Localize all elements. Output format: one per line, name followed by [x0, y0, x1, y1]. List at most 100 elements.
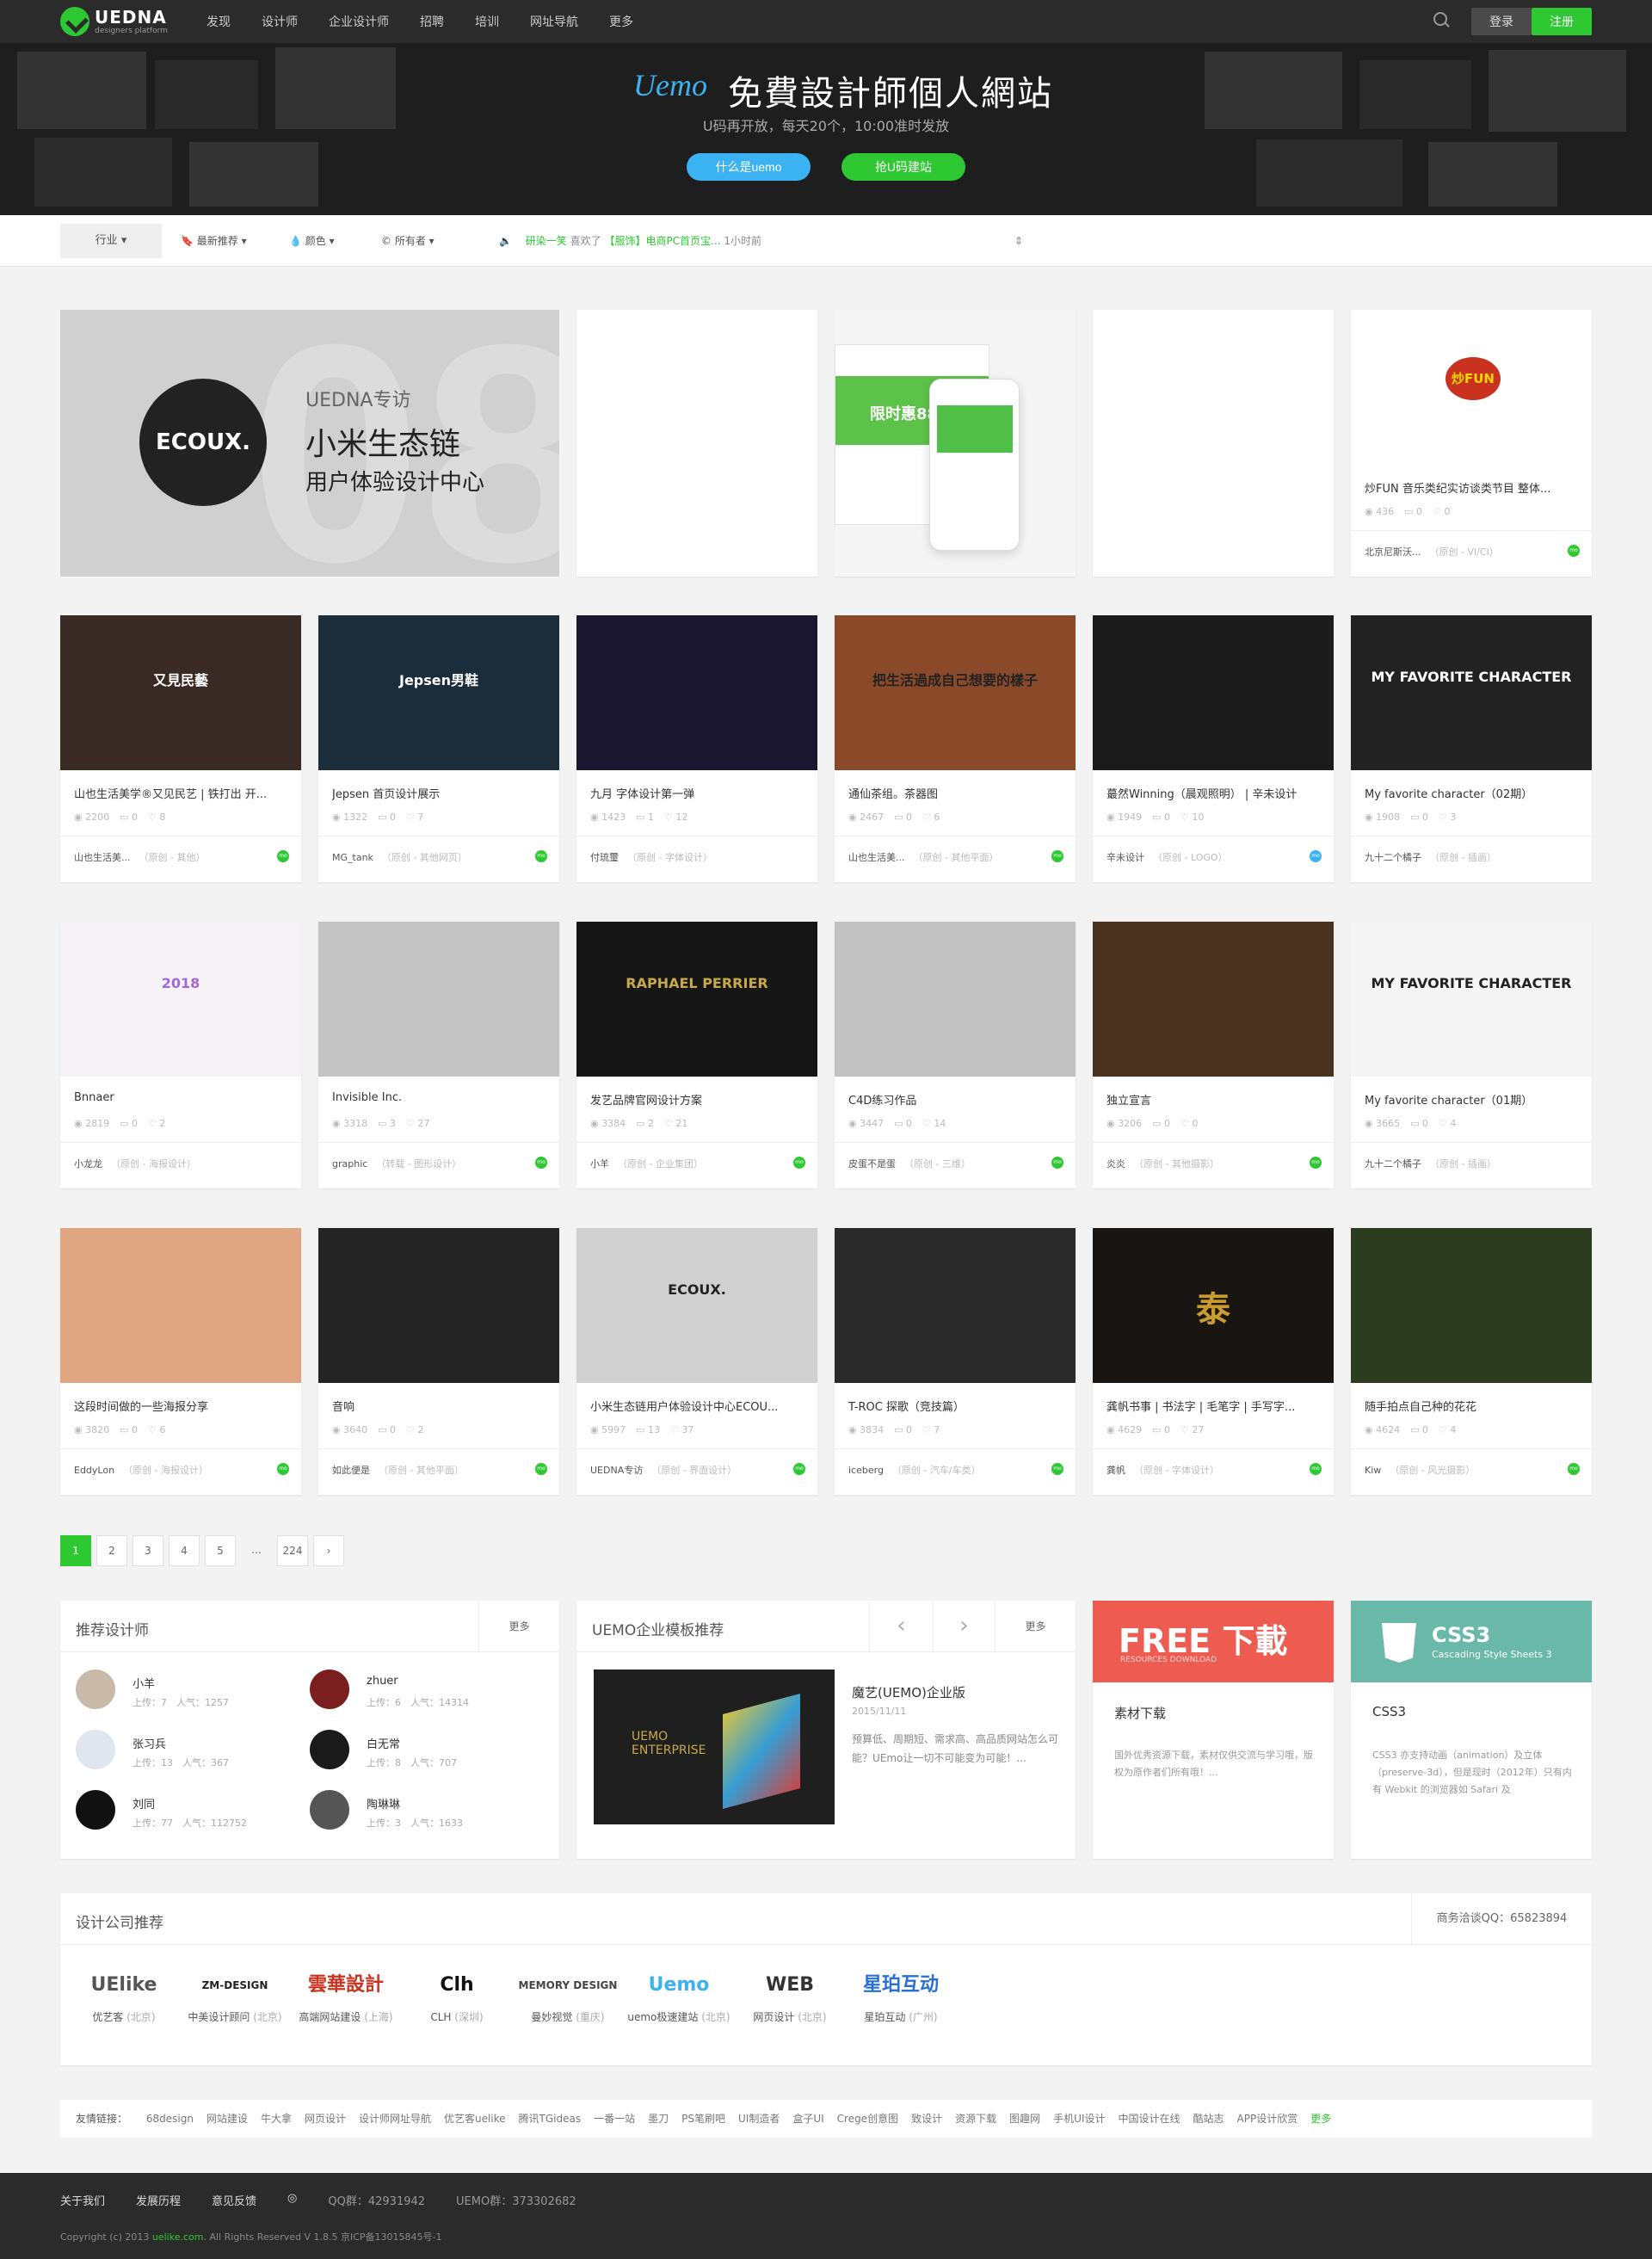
work-card[interactable]: RAPHAEL PERRIER 发艺品牌官网设计方案 ◉ 3384 ▭ 2 ♡ … [576, 922, 817, 1188]
company-item[interactable]: 星珀互动 星珀互动 (广州) [846, 1966, 956, 2024]
friend-links-more[interactable]: 更多 [1310, 2113, 1331, 2125]
designer-item[interactable]: 小羊 上传：7 人气：1257 [76, 1670, 299, 1721]
work-card[interactable]: 音响 ◉ 3640 ▭ 0 ♡ 2 如此便是 （原创 - 其他平面） mo [318, 1228, 559, 1495]
activity-ticker[interactable]: 🔈 研染一笑 喜欢了 【服饰】电商PC首页宝... 1小时前 ⇕ [499, 215, 1023, 267]
work-card[interactable]: C4D练习作品 ◉ 3447 ▭ 0 ♡ 14 皮蛋不是蛋 （原创 - 三维） m… [835, 922, 1076, 1188]
css3-promo[interactable]: CSS3 Cascading Style Sheets 3 CSS3 CSS3 … [1351, 1601, 1592, 1859]
what-is-uemo-button[interactable]: 什么是uemo [687, 153, 811, 181]
work-card[interactable] [1093, 310, 1334, 577]
friend-link[interactable]: 图趣网 [1009, 2113, 1040, 2125]
friend-link[interactable]: 68design [146, 2113, 194, 2125]
page-4[interactable]: 4 [169, 1535, 200, 1566]
footer-feedback[interactable]: 意见反馈 [212, 2192, 256, 2208]
nav-designers[interactable]: 设计师 [262, 13, 298, 30]
friend-link[interactable]: 墨刀 [648, 2113, 669, 2125]
nav-discover[interactable]: 发现 [206, 13, 231, 30]
work-card[interactable]: 随手拍点自己种的花花 ◉ 4624 ▭ 0 ♡ 4 Kiw （原创 - 风光摄影）… [1351, 1228, 1592, 1495]
card-author[interactable]: 九十二个橘子 （原创 - 插画） [1365, 850, 1496, 864]
nav-directory[interactable]: 网址导航 [530, 13, 578, 30]
next-page-chevron-icon[interactable]: › [313, 1535, 344, 1566]
work-card[interactable]: 蕞然Winning（晨观照明） | 辛未设计 ◉ 1949 ▭ 0 ♡ 10 辛… [1093, 615, 1334, 882]
company-item[interactable]: WEB 网页设计 (北京) [735, 1966, 845, 2024]
designer-item[interactable]: 张习兵 上传：13 人气：367 [76, 1730, 299, 1781]
friend-link[interactable]: 腾讯TGideas [519, 2113, 582, 2125]
work-card[interactable]: 2018 Bnnaer ◉ 2819 ▭ 0 ♡ 2 小龙龙 （原创 - 海报设计… [60, 922, 301, 1188]
friend-link[interactable]: 致设计 [911, 2113, 942, 2125]
card-author[interactable]: 小龙龙 （原创 - 海报设计） [74, 1157, 196, 1170]
page-5[interactable]: 5 [205, 1535, 236, 1566]
industry-filter[interactable]: 行业 ▾ [60, 224, 162, 258]
work-card[interactable]: ECOUX. 小米生态链用户体验设计中心ECOU... ◉ 5997 ▭ 13 … [576, 1228, 817, 1495]
card-author[interactable]: 如此便是 （原创 - 其他平面） [332, 1463, 464, 1477]
company-item[interactable]: MEMORY DESIGN 曼妙视觉 (重庆) [513, 1966, 623, 2024]
sort-filter[interactable]: 🔖 最新推荐 ▾ [181, 215, 247, 267]
work-card[interactable]: 九月 字体设计第一弹 ◉ 1423 ▭ 1 ♡ 12 付琉璽 （原创 - 字体设计… [576, 615, 817, 882]
friend-link[interactable]: 资源下载 [955, 2113, 996, 2125]
site-link[interactable]: uelike.com [152, 2231, 204, 2243]
work-card[interactable]: 把生活過成自己想要的樣子 通仙茶组。茶器图 ◉ 2467 ▭ 0 ♡ 6 山也生… [835, 615, 1076, 882]
card-author[interactable]: 皮蛋不是蛋 （原创 - 三维） [848, 1157, 971, 1170]
company-item[interactable]: Uemo uemo极速建站 (北京) [624, 1966, 734, 2024]
weibo-icon[interactable]: ◎ [287, 2192, 297, 2208]
more-link[interactable]: 更多 [995, 1601, 1076, 1652]
more-link[interactable]: 更多 [478, 1601, 559, 1652]
friend-link[interactable]: 一番一站 [594, 2113, 635, 2125]
work-card[interactable]: MY FAVORITE CHARACTER My favorite charac… [1351, 615, 1592, 882]
page-3[interactable]: 3 [133, 1535, 163, 1566]
card-author[interactable]: MG_tank （原创 - 其他网页） [332, 850, 467, 864]
work-card[interactable]: T-ROC 探歌（竞技篇） ◉ 3834 ▭ 0 ♡ 7 iceberg （原创 … [835, 1228, 1076, 1495]
friend-link[interactable]: PS笔刷吧 [681, 2113, 725, 2125]
prev-arrow-icon[interactable]: ‹ [869, 1601, 933, 1652]
work-card[interactable] [576, 310, 817, 577]
nav-training[interactable]: 培训 [475, 13, 499, 30]
friend-link[interactable]: 设计师网址导航 [359, 2113, 431, 2125]
login-button[interactable]: 登录 [1471, 8, 1532, 35]
template-thumbnail[interactable]: UEMO ENTERPRISE [594, 1670, 835, 1824]
friend-link[interactable]: Crege创意图 [837, 2113, 898, 2125]
work-card[interactable]: 这段时间做的一些海报分享 ◉ 3820 ▭ 0 ♡ 6 EddyLon （原创 -… [60, 1228, 301, 1495]
friend-link[interactable]: 手机UI设计 [1053, 2113, 1105, 2125]
work-card[interactable]: Jepsen男鞋 Jepsen 首页设计展示 ◉ 1322 ▭ 0 ♡ 7 MG… [318, 615, 559, 882]
friend-link[interactable]: 优艺客uelike [444, 2113, 506, 2125]
page-last[interactable]: 224 [277, 1535, 308, 1566]
nav-jobs[interactable]: 招聘 [420, 13, 444, 30]
template-name[interactable]: 魔艺(UEMO)企业版 [852, 1683, 965, 1701]
card-author[interactable]: Kiw （原创 - 风光摄影） [1365, 1463, 1475, 1477]
footer-history[interactable]: 发展历程 [136, 2192, 181, 2208]
work-card[interactable]: 独立宣言 ◉ 3206 ▭ 0 ♡ 0 炎炎 （原创 - 其他摄影） mo [1093, 922, 1334, 1188]
card-author[interactable]: EddyLon （原创 - 海报设计） [74, 1463, 208, 1477]
work-card[interactable]: 又見民藝 山也生活美学®又见民艺 | 铁打出 开... ◉ 2200 ▭ 0 ♡… [60, 615, 301, 882]
card-author[interactable]: 山也生活美... （原创 - 其他平面） [848, 850, 998, 864]
page-2[interactable]: 2 [96, 1535, 127, 1566]
next-arrow-icon[interactable]: › [933, 1601, 995, 1652]
card-author[interactable]: 辛未设计 （原创 - LOGO） [1106, 850, 1228, 864]
footer-about[interactable]: 关于我们 [60, 2192, 105, 2208]
work-card[interactable]: 限时惠88 [835, 310, 1076, 577]
designer-item[interactable]: zhuer 上传：6 人气：14314 [310, 1670, 533, 1721]
friend-link[interactable]: 牛大拿 [261, 2113, 292, 2125]
color-filter[interactable]: 💧 颜色 ▾ [289, 215, 335, 267]
friend-link[interactable]: APP设计欣赏 [1237, 2113, 1298, 2125]
work-card[interactable]: Invisible Inc. ◉ 3318 ▭ 3 ♡ 27 graphic （转… [318, 922, 559, 1188]
page-1[interactable]: 1 [60, 1535, 91, 1566]
nav-enterprise[interactable]: 企业设计师 [329, 13, 389, 30]
download-promo[interactable]: FREE 下載 RESOURCES DOWNLOAD 素材下载 国外优秀资源下载… [1093, 1601, 1334, 1859]
card-author[interactable]: 九十二个橘子 （原创 - 插画） [1365, 1157, 1496, 1170]
company-item[interactable]: 雲華設計 高端网站建设 (上海) [291, 1966, 401, 2024]
grab-code-button[interactable]: 抢U码建站 [841, 153, 965, 181]
designer-item[interactable]: 白无常 上传：8 人气：707 [310, 1730, 533, 1781]
friend-link[interactable]: 网站建设 [206, 2113, 248, 2125]
card-author[interactable]: graphic （转载 - 图形设计） [332, 1157, 461, 1170]
register-button[interactable]: 注册 [1532, 8, 1592, 35]
card-author[interactable]: 龚帆 （原创 - 字体设计） [1106, 1463, 1219, 1477]
card-author[interactable]: iceberg （原创 - 汽车/车类） [848, 1463, 981, 1477]
work-card[interactable]: 泰 龚帆书事 | 书法字 | 毛笔字 | 手写字... ◉ 4629 ▭ 0 ♡… [1093, 1228, 1334, 1495]
work-card[interactable]: 炒FUN 炒FUN 音乐类纪实访谈类节目 整体... ◉ 436 ▭ 0 ♡ 0… [1351, 310, 1592, 577]
owner-filter[interactable]: © 所有者 ▾ [381, 215, 435, 267]
designer-item[interactable]: 陶琳琳 上传：3 人气：1633 [310, 1790, 533, 1842]
company-item[interactable]: ZM-DESIGN 中美设计顾问 (北京) [180, 1966, 290, 2024]
card-author[interactable]: 北京尼斯沃... （原创 - VI/CI） [1365, 545, 1499, 559]
nav-more[interactable]: 更多 [609, 13, 633, 30]
card-author[interactable]: 炎炎 （原创 - 其他摄影） [1106, 1157, 1219, 1170]
search-icon[interactable] [1433, 12, 1447, 26]
